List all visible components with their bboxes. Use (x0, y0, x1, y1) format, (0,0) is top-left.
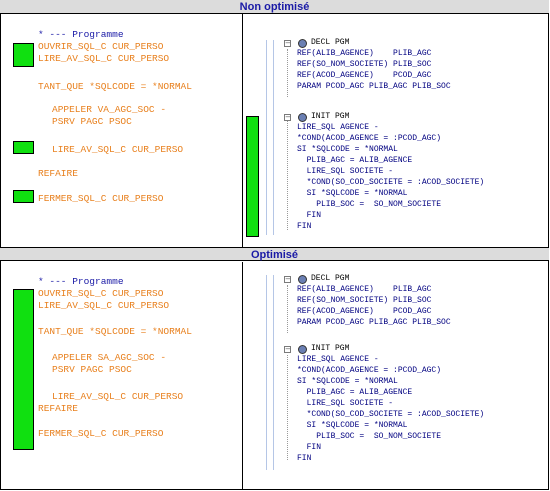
highlight-bar (13, 190, 34, 203)
code-line: FERMER_SQL_C CUR_PERSO (38, 428, 164, 439)
comment-line: * --- Programme (38, 276, 124, 287)
decl-pgm-title: DECL PGM (311, 38, 350, 47)
code-line: TANT_QUE *SQLCODE = *NORMAL (38, 326, 192, 337)
init-line: SI *SQLCODE = *NORMAL (297, 377, 398, 386)
init-line: FIN (297, 211, 322, 220)
editor-gutter-line (273, 275, 274, 470)
header-optimise: Optimisé (0, 247, 549, 261)
init-line: FIN (297, 454, 312, 463)
code-line: APPELER VA_AGC_SOC - (52, 104, 167, 115)
init-line: SI *SQLCODE = *NORMAL (297, 145, 398, 154)
init-line: FIN (297, 443, 322, 452)
editor-gutter-line (273, 40, 274, 235)
decl-line: REF(SO_NOM_SOCIETE) PLIB_SOC (297, 60, 432, 69)
divider-top (242, 14, 243, 247)
code-line: LIRE_AV_SQL_C CUR_PERSO (52, 391, 184, 402)
code-line: OUVRIR_SQL_C CUR_PERSO (38, 288, 164, 299)
tree-line (287, 120, 288, 230)
code-line: LIRE_AV_SQL_C CUR_PERSO (38, 300, 170, 311)
code-line: PSRV PAGC PSOC (52, 364, 132, 375)
highlight-bar (13, 43, 34, 67)
init-line: LIRE_SQL AGENCE - (297, 123, 379, 132)
init-line: LIRE_SQL SOCIETE - (297, 399, 394, 408)
gear-icon (298, 113, 307, 122)
init-line: PLIB_AGC = ALIB_AGENCE (297, 388, 413, 397)
tree-line (287, 285, 288, 333)
code-line: LIRE_AV_SQL_C CUR_PERSO (52, 144, 184, 155)
decl-line: PARAM PCOD_AGC PLIB_AGC PLIB_SOC (297, 82, 451, 91)
code-line: REFAIRE (38, 168, 78, 179)
init-line: PLIB_SOC = SO_NOM_SOCIETE (297, 432, 442, 441)
init-line: *COND(ACOD_AGENCE = :PCOD_AGC) (297, 134, 442, 143)
collapse-toggle-icon[interactable]: − (284, 346, 291, 353)
collapse-toggle-icon[interactable]: − (284, 114, 291, 121)
code-line: OUVRIR_SQL_C CUR_PERSO (38, 41, 164, 52)
comment-line: * --- Programme (38, 29, 124, 40)
code-line: TANT_QUE *SQLCODE = *NORMAL (38, 81, 192, 92)
collapse-toggle-icon[interactable]: − (284, 276, 291, 283)
decl-line: REF(SO_NOM_SOCIETE) PLIB_SOC (297, 296, 432, 305)
code-line: APPELER SA_AGC_SOC - (52, 352, 167, 363)
init-line: SI *SQLCODE = *NORMAL (297, 189, 408, 198)
decl-pgm-title: DECL PGM (311, 274, 350, 283)
header-non-optimise: Non optimisé (0, 0, 549, 14)
gear-icon (298, 275, 307, 284)
code-line: LIRE_AV_SQL_C CUR_PERSO (38, 53, 170, 64)
init-line: SI *SQLCODE = *NORMAL (297, 421, 408, 430)
decl-line: PARAM PCOD_AGC PLIB_AGC PLIB_SOC (297, 318, 451, 327)
code-line: REFAIRE (38, 403, 78, 414)
init-pgm-title: INIT PGM (311, 112, 350, 121)
init-line: FIN (297, 222, 312, 231)
divider-bottom (242, 262, 243, 490)
init-pgm-title: INIT PGM (311, 344, 350, 353)
gear-icon (298, 345, 307, 354)
init-line: *COND(SO_COD_SOCIETE = :ACOD_SOCIETE) (297, 410, 485, 419)
init-line: PLIB_SOC = SO_NOM_SOCIETE (297, 200, 442, 209)
decl-line: REF(ALIB_AGENCE) PLIB_AGC (297, 49, 432, 58)
init-line: *COND(SO_COD_SOCIETE = :ACOD_SOCIETE) (297, 178, 485, 187)
tree-line (287, 49, 288, 97)
decl-line: REF(ALIB_AGENCE) PLIB_AGC (297, 285, 432, 294)
init-line: *COND(ACOD_AGENCE = :PCOD_AGC) (297, 366, 442, 375)
init-line: PLIB_AGC = ALIB_AGENCE (297, 156, 413, 165)
code-line: FERMER_SQL_C CUR_PERSO (38, 193, 164, 204)
highlight-bar (13, 141, 34, 154)
code-line: PSRV PAGC PSOC (52, 116, 132, 127)
highlight-bar (246, 116, 259, 237)
decl-line: REF(ACOD_AGENCE) PCOD_AGC (297, 71, 432, 80)
decl-line: REF(ACOD_AGENCE) PCOD_AGC (297, 307, 432, 316)
init-line: LIRE_SQL SOCIETE - (297, 167, 394, 176)
collapse-toggle-icon[interactable]: − (284, 40, 291, 47)
editor-gutter-line (266, 275, 267, 470)
highlight-bar (13, 289, 34, 450)
gear-icon (298, 39, 307, 48)
init-line: LIRE_SQL AGENCE - (297, 355, 379, 364)
tree-line (287, 355, 288, 460)
editor-gutter-line (266, 40, 267, 235)
